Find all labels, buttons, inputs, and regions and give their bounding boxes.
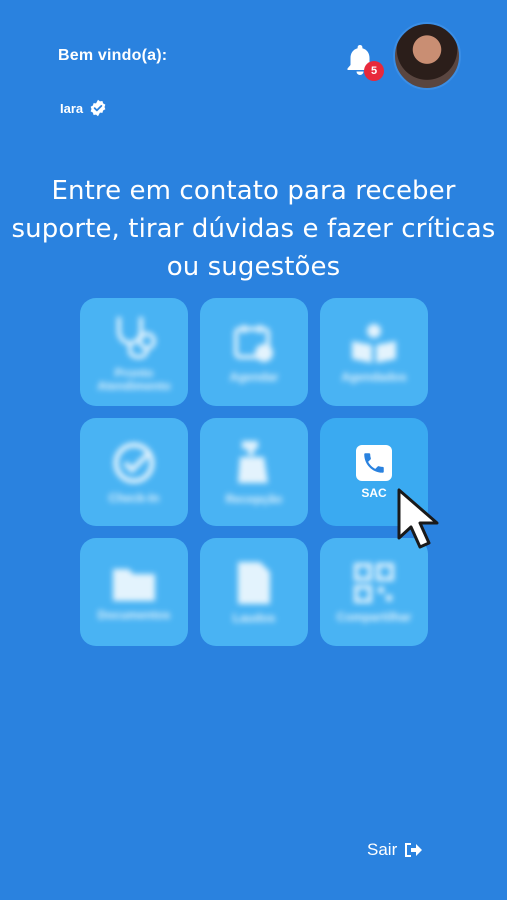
menu-tile-check-in[interactable]: Check-In <box>80 418 188 526</box>
menu-tile-compartilhar[interactable]: Compartilhar <box>320 538 428 646</box>
menu-tile-label: Laudos <box>232 610 276 625</box>
avatar[interactable] <box>393 22 461 90</box>
menu-tile-label: Documentos <box>97 607 171 622</box>
menu-tile-label: Compartilhar <box>336 609 412 624</box>
menu-tile-documentos[interactable]: Documentos <box>80 538 188 646</box>
qr-code-icon <box>354 562 394 603</box>
notification-count-badge: 5 <box>364 61 384 81</box>
book-person-icon <box>352 323 396 363</box>
menu-tile-agendar[interactable]: Agendar <box>200 298 308 406</box>
menu-tile-pronto-atendimento[interactable]: Pronto Atendimento <box>80 298 188 406</box>
menu-tile-label: Check-In <box>108 490 160 505</box>
menu-tile-label: Agendar <box>229 369 279 384</box>
phone-icon <box>356 444 392 481</box>
menu-tile-recepcao[interactable]: Recepção <box>200 418 308 526</box>
folder-icon <box>113 568 155 601</box>
menu-tile-label: Recepção <box>225 491 283 506</box>
menu-tile-label: SAC <box>361 485 387 500</box>
menu-tile-agendados[interactable]: Agendados <box>320 298 428 406</box>
logout-icon <box>405 843 423 857</box>
calendar-icon <box>234 324 273 362</box>
check-circle-icon <box>113 442 155 483</box>
stethoscope-icon <box>117 317 156 360</box>
page-headline: Entre em contato para receber suporte, t… <box>11 176 496 282</box>
logout-label: Sair <box>367 840 398 859</box>
username-row: Iara <box>60 99 107 117</box>
menu-tile-label: Pronto Atendimento <box>97 366 171 393</box>
reception-bell-icon <box>238 440 268 483</box>
verified-icon <box>90 99 106 117</box>
username: Iara <box>60 100 84 116</box>
mouse-pointer-icon <box>397 488 439 549</box>
logout-button[interactable]: Sair <box>367 840 423 860</box>
document-icon <box>238 561 270 604</box>
welcome-label: Bem vindo(a): <box>58 47 168 64</box>
menu-tile-laudos[interactable]: Laudos <box>200 538 308 646</box>
menu-tile-label: Agendados <box>341 369 407 384</box>
